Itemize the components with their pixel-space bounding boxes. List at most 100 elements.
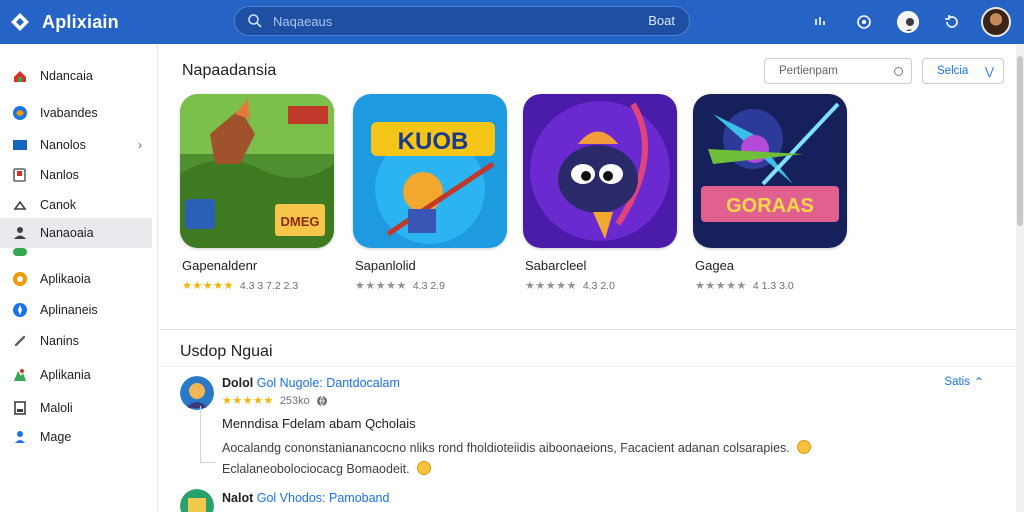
sidebar-item-3[interactable]: Nanolos › bbox=[0, 130, 152, 160]
app-thumbnail[interactable] bbox=[523, 94, 677, 248]
rating-stars: ★★★★★ bbox=[695, 280, 747, 292]
profile-icon[interactable] bbox=[890, 4, 926, 40]
app-logo[interactable]: Aplixiain bbox=[8, 10, 208, 34]
app-thumb-text: KUOB bbox=[398, 128, 469, 155]
review-item: Dolol Gol Nugole: Dantdocalam ★★★★★ 253k… bbox=[180, 375, 1000, 486]
sort-dropdown[interactable]: Pertienpam bbox=[764, 58, 912, 84]
reviewer-name[interactable]: Dolol Gol Nugole: Dantdocalam bbox=[222, 376, 400, 390]
sidebar-item-label: Nanolos bbox=[40, 138, 86, 152]
download-icon[interactable] bbox=[802, 4, 838, 40]
sidebar-item-label: Aplikaoia bbox=[40, 272, 91, 286]
sidebar-item-8[interactable]: Aplikaoia bbox=[0, 264, 152, 294]
rating-value: 4 1.3 3.0 bbox=[752, 279, 794, 292]
globe-icon bbox=[316, 395, 328, 407]
review-meta: ★★★★★ 253ko bbox=[222, 394, 328, 407]
review-body: Aocalandg cononstanianancocno nliks rond… bbox=[222, 438, 862, 480]
app-name: Sapanlolid bbox=[355, 258, 416, 273]
app-card[interactable]: Sabarcleel ★★★★★ 4.3 2.0 bbox=[523, 94, 679, 294]
review-body-text: Aocalandg cononstanianancocno nliks rond… bbox=[222, 441, 790, 455]
rating-stars: ★★★★★ bbox=[355, 280, 407, 292]
app-card[interactable]: KUOB Sapanlolid ★★★★★ 4.3 2.9 bbox=[353, 94, 509, 294]
divider bbox=[160, 366, 1016, 367]
search-bar[interactable]: Boat bbox=[234, 6, 690, 36]
app-rating: ★★★★★ 4 1.3 3.0 bbox=[693, 279, 849, 293]
user-avatar[interactable] bbox=[978, 4, 1014, 40]
sidebar-item-label: Nanaoaia bbox=[40, 226, 94, 240]
reviewer-name[interactable]: Nalot Gol Vhodos: Pamoband bbox=[222, 491, 389, 505]
section-title: Napaadansia bbox=[182, 62, 277, 79]
sidebar-item-5[interactable]: Canok bbox=[0, 190, 152, 220]
sidebar-item-label: Mage bbox=[40, 430, 72, 444]
caret-down-icon: ⋁ bbox=[984, 66, 994, 78]
review-body-text-cont: Eclalaneobolociocacg Bomaodeit. bbox=[222, 462, 410, 476]
reviews-title: Usdop Nguai bbox=[180, 343, 273, 360]
rating-stars: ★★★★★ bbox=[182, 280, 234, 292]
top-app-bar: Aplixiain Boat bbox=[0, 0, 1024, 44]
sidebar-item-11[interactable]: Aplikania bbox=[0, 360, 152, 390]
sidebar-item-label: Aplinaneis bbox=[40, 303, 98, 317]
rating-value: 4.3 3 7.2 2.3 bbox=[239, 279, 299, 292]
reviewer-name-text: Nalot bbox=[222, 491, 254, 505]
sidebar-item-9[interactable]: Aplinaneis bbox=[0, 295, 152, 325]
app-title: Aplixiain bbox=[42, 11, 119, 32]
sidebar-item-label: Nanlos bbox=[40, 168, 79, 182]
gamepad-icon bbox=[12, 246, 28, 262]
person-icon bbox=[12, 429, 28, 445]
sidebar-item-label: Aplikania bbox=[40, 368, 91, 382]
app-thumb-text: GORAAS bbox=[726, 195, 814, 217]
sidebar: Ndancaia Ivabandes Nanolos › Nanlos Cano… bbox=[0, 44, 158, 512]
smile-emoji-icon bbox=[417, 461, 432, 475]
sort-dropdown-value: Pertienpam bbox=[779, 65, 838, 77]
sidebar-item-label: Ivabandes bbox=[40, 106, 98, 120]
app-thumbnail[interactable]: KUOB bbox=[353, 94, 507, 248]
globe-icon bbox=[12, 105, 28, 121]
link-icon bbox=[12, 333, 28, 349]
app-card[interactable]: DMEG Gapenaldenr ★★★★★ 4.3 3 7.2 2.3 bbox=[180, 94, 336, 294]
sidebar-item-13[interactable]: Mage bbox=[0, 422, 152, 452]
sidebar-item-1[interactable]: Ndancaia bbox=[0, 61, 152, 91]
cloud-icon bbox=[12, 197, 28, 213]
reviewed-app-link[interactable]: Gol Vhodos: Pamoband bbox=[257, 491, 390, 505]
search-button[interactable]: Boat bbox=[648, 13, 675, 28]
sidebar-item-10[interactable]: Nanins bbox=[0, 326, 152, 356]
thread-line-branch bbox=[200, 462, 216, 463]
app-card[interactable]: GORAAS Gagea ★★★★★ 4 1.3 3.0 bbox=[693, 94, 849, 294]
featured-section: Napaadansia Pertienpam Selcia ⋁ DMEG Gap… bbox=[160, 44, 1016, 330]
apps-icon bbox=[12, 137, 28, 153]
user-icon bbox=[12, 225, 28, 241]
reply-button[interactable]: Satis bbox=[944, 376, 970, 388]
search-input[interactable] bbox=[273, 13, 633, 29]
book-icon bbox=[12, 400, 28, 416]
settings-icon[interactable] bbox=[846, 4, 882, 40]
reviewed-app-link[interactable]: Gol Nugole: Dantdocalam bbox=[257, 376, 400, 390]
sidebar-item-2[interactable]: Ivabandes bbox=[0, 98, 152, 128]
app-name: Gapenaldenr bbox=[182, 258, 258, 273]
app-thumbnail[interactable]: GORAAS bbox=[693, 94, 847, 248]
rating-value: 4.3 2.0 bbox=[582, 279, 615, 292]
chevron-right-icon: › bbox=[138, 138, 142, 152]
filter-button[interactable]: Selcia ⋁ bbox=[922, 58, 1004, 84]
sidebar-item-4[interactable]: Nanlos bbox=[0, 160, 152, 190]
scrollbar-thumb[interactable] bbox=[1017, 56, 1023, 226]
chevron-up-icon[interactable]: ⌃ bbox=[974, 375, 984, 389]
reviewer-avatar[interactable] bbox=[180, 376, 214, 410]
app-rating: ★★★★★ 4.3 2.0 bbox=[523, 279, 679, 293]
logo-icon bbox=[8, 10, 32, 34]
scrollbar[interactable] bbox=[1016, 44, 1024, 512]
sidebar-item-7[interactable] bbox=[0, 244, 152, 264]
rating-stars: ★★★★★ bbox=[222, 395, 274, 407]
app-name: Gagea bbox=[695, 258, 735, 273]
search-icon bbox=[247, 13, 263, 29]
history-icon[interactable] bbox=[934, 4, 970, 40]
app-name: Sabarcleel bbox=[525, 258, 587, 273]
filter-button-label: Selcia bbox=[937, 65, 969, 77]
rating-stars: ★★★★★ bbox=[525, 280, 577, 292]
thread-line bbox=[200, 406, 201, 462]
reviewer-avatar[interactable] bbox=[180, 489, 214, 512]
header-actions bbox=[794, 4, 1014, 40]
app-thumbnail[interactable]: DMEG bbox=[180, 94, 334, 248]
review-date: 253ko bbox=[279, 394, 310, 407]
compass-icon bbox=[12, 302, 28, 318]
sidebar-item-12[interactable]: Maloli bbox=[0, 393, 152, 423]
home-icon bbox=[12, 68, 28, 84]
